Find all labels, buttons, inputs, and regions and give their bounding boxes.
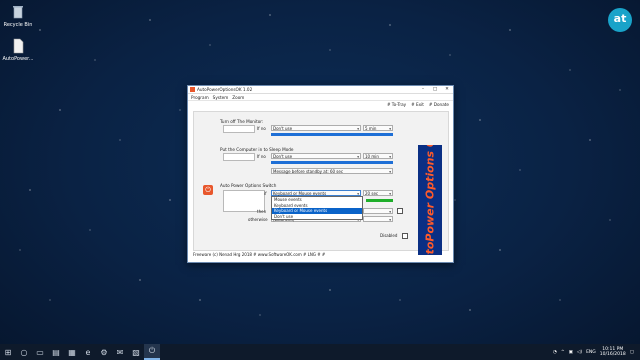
- menu-zoom[interactable]: Zoom: [232, 95, 244, 100]
- edge-icon[interactable]: e: [80, 344, 96, 360]
- switch-then-label: then: [257, 209, 267, 214]
- switch-progress-bar: [366, 199, 393, 202]
- system-tray: ◔ ^ ▣ ◁) ENG 10:11 PM 10/16/2018 ▢: [553, 347, 640, 358]
- product-banner: AutoPower Options OK: [418, 145, 442, 255]
- chevron-down-icon: ▾: [389, 170, 391, 174]
- chevron-down-icon: ▾: [357, 127, 359, 131]
- sleep-event-select[interactable]: Don't use ▾: [271, 153, 361, 159]
- monitor-progress-bar: [271, 133, 393, 136]
- chevron-down-icon: ▾: [389, 218, 391, 222]
- to-tray-link[interactable]: # To-Tray: [387, 102, 406, 107]
- maximize-icon[interactable]: □: [429, 87, 441, 92]
- chevron-down-icon: ▾: [389, 155, 391, 159]
- monitor-if-label: If no: [257, 126, 266, 131]
- sleep-time-value: 10 min: [365, 154, 379, 159]
- switch-then-checkbox[interactable]: [397, 208, 403, 214]
- switch-event-dropdown-list: Mouse events Keyboard events Keyboard or…: [271, 196, 363, 220]
- notification-icon[interactable]: ▢: [630, 350, 634, 355]
- monitor-event-value: Don't use: [273, 126, 293, 131]
- dropdown-option-dont-use[interactable]: Don't use: [272, 214, 362, 220]
- sleep-box: [223, 153, 255, 161]
- explorer-icon[interactable]: ▤: [48, 344, 64, 360]
- clock-date: 10/16/2018: [599, 352, 626, 357]
- switch-otherwise-label: otherwise: [248, 217, 268, 222]
- exit-link[interactable]: # Exit: [411, 102, 424, 107]
- banner-text: AutoPower Options OK: [423, 145, 437, 255]
- donate-link[interactable]: # Donate: [429, 102, 449, 107]
- settings-panel: ⏻ Turn off The Monitor: If no Don't use ▾…: [193, 111, 449, 255]
- sleep-message-value: Message before standby at: 60 sec: [273, 169, 344, 174]
- sleep-message-select[interactable]: Message before standby at: 60 sec ▾: [271, 168, 393, 174]
- taskbar: ⊞ ○ ▭ ▤ ▦ e ⚙ ✉ ▧ ⏻ ◔ ^ ▣ ◁) ENG 10:11 P…: [0, 344, 640, 360]
- menu-program[interactable]: Program: [191, 95, 209, 100]
- switch-time-value: 20 sec: [365, 191, 379, 196]
- switch-then-select[interactable]: ▾: [363, 208, 393, 214]
- volume-icon[interactable]: ◁): [577, 350, 582, 355]
- minimize-icon[interactable]: –: [417, 87, 429, 92]
- chevron-up-icon[interactable]: ^: [561, 350, 565, 355]
- window-title: AutoPowerOptionsOK 1.02: [197, 87, 253, 92]
- app-title-icon: [190, 87, 195, 92]
- app-logo-icon: ⏻: [203, 185, 213, 195]
- clock[interactable]: 10:11 PM 10/16/2018: [600, 347, 626, 358]
- sleep-progress-bar: [271, 161, 393, 164]
- windows-start-icon[interactable]: ⊞: [0, 344, 16, 360]
- top-links: # To-Tray # Exit # Donate: [387, 102, 449, 107]
- sleep-time-select[interactable]: 10 min ▾: [363, 153, 393, 159]
- language-indicator[interactable]: ENG: [586, 350, 596, 355]
- footer-text: Freeware (c) Nenad Hrg 2018 # www.Softwa…: [193, 252, 326, 257]
- desktop-icon-autopower[interactable]: AutoPower...: [0, 38, 36, 62]
- desktop-icon-recycle-bin[interactable]: Recycle Bin: [0, 4, 36, 28]
- switch-otherwise-time-select[interactable]: ▾: [363, 216, 393, 222]
- sleep-event-value: Don't use: [273, 154, 293, 159]
- photos-icon[interactable]: ▧: [128, 344, 144, 360]
- chevron-down-icon: ▾: [389, 127, 391, 131]
- app-window: AutoPowerOptionsOK 1.02 – □ ✕ Program Sy…: [187, 85, 454, 263]
- settings-icon[interactable]: ⚙: [96, 344, 112, 360]
- sleep-section-title: Put the Computer in to Sleep Mode: [220, 147, 294, 152]
- monitor-time-select[interactable]: 5 min ▾: [363, 125, 393, 131]
- menu-system[interactable]: System: [213, 95, 229, 100]
- task-view-icon[interactable]: ▭: [32, 344, 48, 360]
- recycle-bin-icon: [11, 4, 25, 20]
- mail-icon[interactable]: ✉: [112, 344, 128, 360]
- app-tray-icon[interactable]: ◔: [553, 350, 557, 355]
- file-icon: [11, 38, 25, 54]
- monitor-time-value: 5 min: [365, 126, 377, 131]
- store-icon[interactable]: ▦: [64, 344, 80, 360]
- title-bar[interactable]: AutoPowerOptionsOK 1.02 – □ ✕: [188, 86, 453, 94]
- switch-if-label: if: [264, 191, 267, 196]
- disabled-checkbox[interactable]: [402, 233, 408, 239]
- monitor-section-title: Turn off The Monitor:: [220, 119, 264, 124]
- brand-logo: at: [608, 8, 632, 32]
- chevron-down-icon: ▾: [389, 192, 391, 196]
- autopower-file-label: AutoPower...: [2, 56, 34, 62]
- sleep-if-label: If no: [257, 154, 266, 159]
- monitor-box: [223, 125, 255, 133]
- search-icon[interactable]: ○: [16, 344, 32, 360]
- chevron-down-icon: ▾: [357, 155, 359, 159]
- chevron-down-icon: ▾: [389, 210, 391, 214]
- network-icon[interactable]: ▣: [569, 350, 573, 355]
- menu-bar: Program System Zoom: [188, 94, 453, 101]
- switch-section-title: Auto Power Options Switch: [220, 183, 277, 188]
- recycle-bin-label: Recycle Bin: [3, 22, 33, 28]
- disabled-label: Disabled: [380, 233, 398, 238]
- switch-time-select[interactable]: 20 sec ▾: [363, 190, 393, 196]
- monitor-event-select[interactable]: Don't use ▾: [271, 125, 361, 131]
- autopower-taskbar-icon[interactable]: ⏻: [144, 344, 160, 360]
- close-icon[interactable]: ✕: [441, 87, 453, 92]
